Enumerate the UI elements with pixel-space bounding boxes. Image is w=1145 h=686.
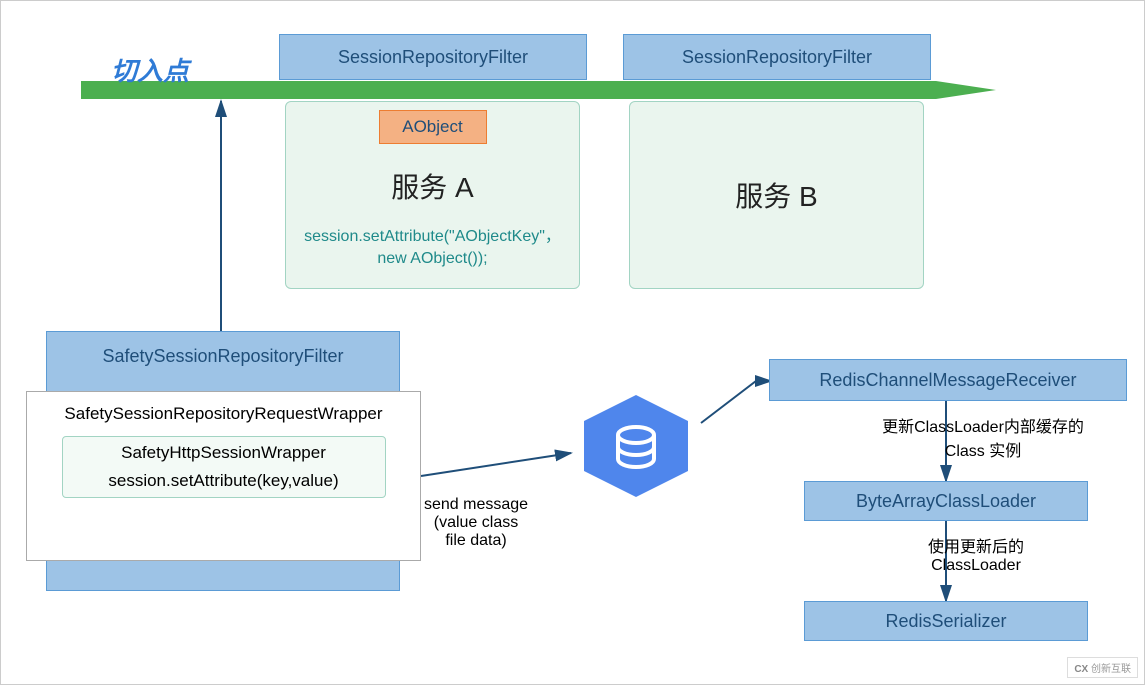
redis-block: Redis: [576, 391, 706, 551]
service-a-box: AObject 服务 A session.setAttribute("AObje…: [285, 101, 580, 289]
filter-box-left: SessionRepositoryFilter: [279, 34, 587, 80]
loader-label: ByteArrayClassLoader: [856, 491, 1036, 512]
filter-box-right: SessionRepositoryFilter: [623, 34, 931, 80]
entry-point-label: 切入点: [111, 51, 189, 88]
watermark-logo: CX 创新互联: [1067, 657, 1138, 678]
safety-filter-header: SafetySessionRepositoryFilter: [102, 332, 343, 381]
receiver-label: RedisChannelMessageReceiver: [819, 370, 1076, 391]
request-wrapper-label: SafetySessionRepositoryRequestWrapper: [64, 404, 382, 424]
redis-icon: [576, 391, 696, 501]
service-a-code: session.setAttribute("AObjectKey"，new AO…: [294, 226, 571, 271]
aobject-tag: AObject: [379, 110, 487, 144]
http-wrapper-box: SafetyHttpSessionWrapper session.setAttr…: [62, 436, 386, 498]
diagram-canvas: 切入点 SessionRepositoryFilter SessionRepos…: [0, 0, 1145, 685]
entry-arrow: [81, 81, 996, 99]
use-label: 使用更新后的 ClassLoader: [891, 533, 1061, 575]
filter-label-left: SessionRepositoryFilter: [338, 47, 528, 68]
serializer-box: RedisSerializer: [804, 601, 1088, 641]
send-message-label: send message (value class file data): [406, 496, 546, 550]
arrow-redis-to-receiver: [701, 381, 771, 423]
request-wrapper-box: SafetySessionRepositoryRequestWrapper Sa…: [26, 391, 421, 561]
watermark-text: 创新互联: [1091, 664, 1131, 675]
loader-box: ByteArrayClassLoader: [804, 481, 1088, 521]
set-attr-label: session.setAttribute(key,value): [69, 471, 379, 491]
http-wrapper-label: SafetyHttpSessionWrapper: [69, 443, 379, 463]
aobject-label: AObject: [402, 117, 462, 137]
update-label: 更新ClassLoader内部缓存的 Class 实例: [863, 413, 1103, 461]
service-b-box: 服务 B: [629, 101, 924, 289]
serializer-label: RedisSerializer: [885, 611, 1006, 632]
service-a-title: 服务 A: [391, 166, 473, 206]
service-b-title: 服务 B: [735, 175, 817, 215]
arrow-to-redis: [421, 453, 571, 476]
filter-label-right: SessionRepositoryFilter: [682, 47, 872, 68]
receiver-box: RedisChannelMessageReceiver: [769, 359, 1127, 401]
